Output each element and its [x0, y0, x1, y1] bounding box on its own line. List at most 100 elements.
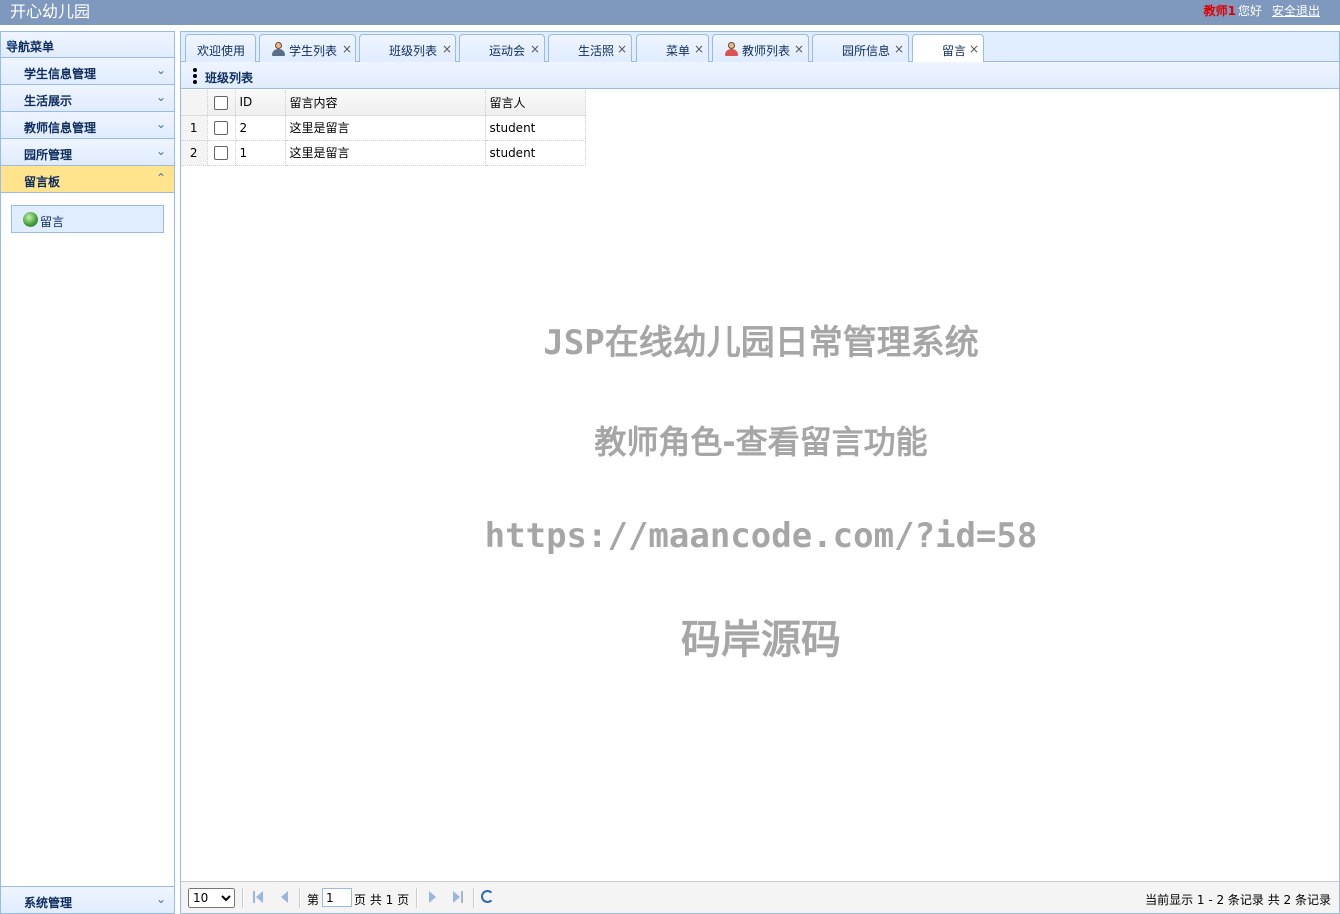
- panel-label: 教师信息管理: [24, 121, 97, 135]
- row-number: 1: [181, 115, 208, 141]
- column-header-author[interactable]: 留言人: [485, 90, 586, 116]
- tab-school-info[interactable]: 园所信息 ×: [812, 34, 909, 62]
- cell-id: 1: [235, 140, 286, 166]
- panel-student-info[interactable]: 学生信息管理 ⌄: [1, 58, 174, 85]
- divider: [473, 888, 475, 908]
- close-icon[interactable]: ×: [442, 42, 452, 56]
- cell-content: 这里是留言: [285, 115, 486, 141]
- tab-life-photos[interactable]: 生活照 ×: [548, 34, 632, 62]
- username: 教师1: [1203, 4, 1236, 18]
- panel-life-display[interactable]: 生活展示 ⌄: [1, 85, 174, 112]
- greeting: 您好: [1237, 4, 1262, 18]
- panel-teacher-info[interactable]: 教师信息管理 ⌄: [1, 112, 174, 139]
- chevron-down-icon[interactable]: ⌄: [156, 63, 166, 77]
- cell-content: 这里是留言: [285, 140, 486, 166]
- page-size-select[interactable]: 10: [188, 888, 235, 908]
- divider: [242, 888, 244, 908]
- tab-label: 菜单: [666, 44, 691, 58]
- panel-title: 班级列表: [205, 71, 254, 85]
- chevron-down-icon[interactable]: ⌄: [156, 117, 166, 131]
- watermark-url: https://maancode.com/?id=58: [484, 516, 1038, 556]
- watermark-subtitle: 教师角色-查看留言功能: [594, 423, 928, 461]
- page-suffix-label: 页 共 1 页: [354, 893, 410, 907]
- globe-icon: [23, 212, 38, 227]
- page-prefix-label: 第: [307, 893, 320, 907]
- grid-panel-header: 班级列表: [181, 62, 1339, 89]
- row-number-header: [181, 90, 208, 116]
- pagination-bar: 10 第 页 共 1 页 当前显示 1 - 2 条记录 共 2 条记录: [181, 881, 1339, 913]
- tab-messages[interactable]: 留言 ×: [912, 34, 984, 63]
- panel-label: 学生信息管理: [24, 67, 97, 81]
- panel-system-management[interactable]: 系统管理 ⌄: [1, 886, 174, 913]
- tab-label: 园所信息: [842, 44, 891, 58]
- panel-message-board[interactable]: 留言板 ⌃: [1, 166, 174, 193]
- row-checkbox[interactable]: [214, 120, 228, 135]
- tab-label: 教师列表: [742, 44, 791, 58]
- prev-page-icon[interactable]: [277, 890, 291, 904]
- watermark-brand: 码岸源码: [681, 617, 841, 663]
- tab-bar: 欢迎使用 学生列表 × 班级列表 × 运动会 × 生活照 × 菜单 × 教师列表…: [181, 32, 1339, 63]
- panel-label: 生活展示: [24, 94, 73, 108]
- record-count-info: 当前显示 1 - 2 条记录 共 2 条记录: [1145, 893, 1331, 907]
- close-icon[interactable]: ×: [530, 42, 540, 56]
- logout-link[interactable]: 安全退出: [1272, 4, 1320, 18]
- student-icon: [272, 42, 285, 56]
- divider: [416, 888, 418, 908]
- tab-label: 生活照: [578, 44, 615, 58]
- tab-teacher-list[interactable]: 教师列表 ×: [712, 34, 809, 62]
- message-grid: ID 留言内容 留言人 1 2 这里是留言 student 2 1 这里是留言 …: [181, 90, 586, 166]
- next-page-icon[interactable]: [425, 890, 439, 904]
- chevron-down-icon[interactable]: ⌄: [156, 892, 166, 906]
- close-icon[interactable]: ×: [617, 42, 627, 56]
- last-page-icon[interactable]: [451, 890, 465, 904]
- close-icon[interactable]: ×: [794, 42, 804, 56]
- collapse-sidebar-icon[interactable]: «: [6, 35, 166, 51]
- cell-id: 2: [235, 115, 286, 141]
- teacher-icon: [725, 42, 738, 56]
- watermark-title: JSP在线幼儿园日常管理系统: [543, 323, 979, 363]
- close-icon[interactable]: ×: [969, 42, 979, 56]
- app-title: 开心幼儿园: [10, 2, 91, 21]
- main-area: 欢迎使用 学生列表 × 班级列表 × 运动会 × 生活照 × 菜单 × 教师列表…: [180, 31, 1340, 914]
- close-icon[interactable]: ×: [342, 42, 352, 56]
- table-row[interactable]: 1 2 这里是留言 student: [181, 115, 586, 141]
- close-icon[interactable]: ×: [894, 42, 904, 56]
- panel-school-management[interactable]: 园所管理 ⌄: [1, 139, 174, 166]
- select-all-cell: [207, 90, 236, 116]
- panel-label: 系统管理: [24, 896, 73, 910]
- select-all-checkbox[interactable]: [214, 95, 228, 110]
- column-header-id[interactable]: ID: [235, 90, 286, 116]
- more-options-icon[interactable]: [193, 68, 197, 84]
- page-number-input[interactable]: [322, 888, 352, 907]
- row-checkbox[interactable]: [214, 145, 228, 160]
- tab-label: 欢迎使用: [197, 44, 246, 58]
- row-select-cell: [207, 140, 236, 166]
- tab-welcome[interactable]: 欢迎使用: [185, 34, 256, 62]
- user-bar: 教师1 您好 安全退出: [1204, 4, 1320, 18]
- tab-student-list[interactable]: 学生列表 ×: [259, 34, 356, 62]
- tab-class-list[interactable]: 班级列表 ×: [359, 34, 456, 62]
- tab-sports-meet[interactable]: 运动会 ×: [459, 34, 545, 62]
- panel-label: 园所管理: [24, 148, 73, 162]
- chevron-down-icon[interactable]: ⌄: [156, 144, 166, 158]
- tab-label: 学生列表: [289, 44, 338, 58]
- sidebar: 导航菜单 « 学生信息管理 ⌄ 生活展示 ⌄ 教师信息管理 ⌄ 园所管理 ⌄ 留…: [0, 31, 175, 914]
- column-header-content[interactable]: 留言内容: [285, 90, 486, 116]
- panel-label: 留言板: [24, 175, 61, 189]
- close-icon[interactable]: ×: [694, 42, 704, 56]
- tab-label: 运动会: [489, 44, 526, 58]
- row-select-cell: [207, 115, 236, 141]
- tab-label: 班级列表: [389, 44, 438, 58]
- message-board-body: 留言: [1, 193, 174, 245]
- tab-label: 留言: [942, 44, 967, 58]
- chevron-up-icon[interactable]: ⌃: [156, 171, 166, 185]
- row-number: 2: [181, 140, 208, 166]
- chevron-down-icon[interactable]: ⌄: [156, 90, 166, 104]
- cell-author: student: [485, 115, 586, 141]
- tab-menu[interactable]: 菜单 ×: [636, 34, 709, 62]
- cell-author: student: [485, 140, 586, 166]
- first-page-icon[interactable]: [251, 890, 265, 904]
- table-row[interactable]: 2 1 这里是留言 student: [181, 140, 586, 166]
- refresh-icon[interactable]: [481, 890, 494, 903]
- menu-item-message[interactable]: 留言: [11, 205, 164, 233]
